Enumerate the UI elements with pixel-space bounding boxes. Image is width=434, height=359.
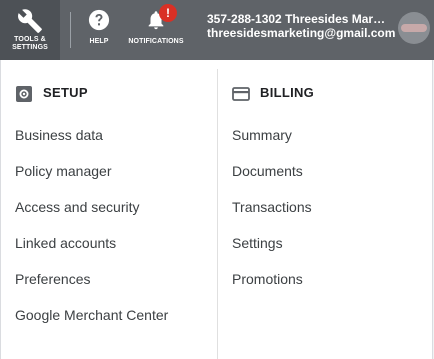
help-button[interactable]: HELP xyxy=(84,0,114,60)
avatar[interactable] xyxy=(398,12,430,44)
tools-label-line2: SETTINGS xyxy=(12,44,48,51)
menu-item-google-merchant-center[interactable]: Google Merchant Center xyxy=(15,307,168,323)
menu-item-settings[interactable]: Settings xyxy=(232,235,283,251)
tools-and-settings-button[interactable]: TOOLS & SETTINGS xyxy=(0,0,60,60)
tools-label-line1: TOOLS & xyxy=(14,36,46,43)
help-circle-icon xyxy=(88,9,110,31)
menu-item-documents[interactable]: Documents xyxy=(232,163,303,179)
menu-item-summary[interactable]: Summary xyxy=(232,127,292,143)
account-name: 357-288-1302 Threesides Marke... xyxy=(207,12,389,26)
menu-item-transactions[interactable]: Transactions xyxy=(232,199,312,215)
wrench-icon xyxy=(18,9,42,33)
menu-item-business-data[interactable]: Business data xyxy=(15,127,103,143)
menu-item-policy-manager[interactable]: Policy manager xyxy=(15,163,112,179)
column-divider xyxy=(217,69,218,359)
setup-title: SETUP xyxy=(43,85,88,100)
account-info[interactable]: 357-288-1302 Threesides Marke... threesi… xyxy=(207,12,396,40)
top-bar: TOOLS & SETTINGS HELP NOTIFICATIONS ! 35… xyxy=(0,0,434,60)
notifications-label: NOTIFICATIONS xyxy=(128,38,184,45)
billing-title: BILLING xyxy=(260,85,315,100)
tools-settings-menu: SETUP Business data Policy manager Acces… xyxy=(0,60,433,359)
menu-item-preferences[interactable]: Preferences xyxy=(15,271,90,287)
credit-card-icon xyxy=(232,87,250,101)
menu-item-linked-accounts[interactable]: Linked accounts xyxy=(15,235,116,251)
menu-item-access-and-security[interactable]: Access and security xyxy=(15,199,140,215)
help-label: HELP xyxy=(89,38,109,45)
menu-item-promotions[interactable]: Promotions xyxy=(232,271,303,287)
gear-icon xyxy=(16,86,32,102)
topbar-divider xyxy=(70,12,71,48)
account-email: threesidesmarketing@gmail.com xyxy=(207,26,396,40)
notification-alert-badge: ! xyxy=(159,4,177,22)
notifications-button[interactable]: NOTIFICATIONS xyxy=(124,0,188,60)
